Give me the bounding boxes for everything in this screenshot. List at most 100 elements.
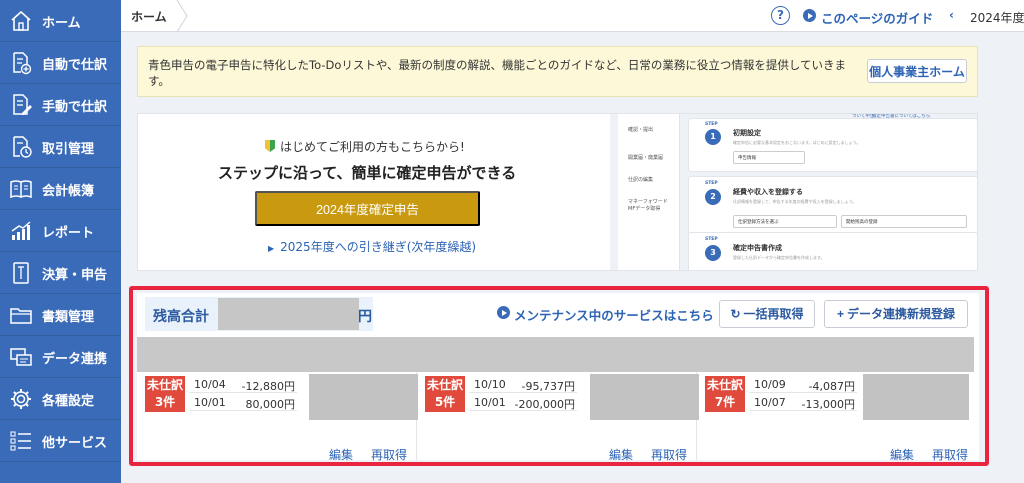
report-icon [11, 221, 31, 240]
sidebar-item-data-link[interactable]: データ連携 [0, 336, 121, 378]
preview-step-number: 3 [705, 245, 721, 261]
preview-side-item: 仕訳の編集 [628, 177, 654, 183]
refresh-all-label: 一括再取得 [743, 307, 804, 321]
unjournaled-badge[interactable]: 未仕訳 7件 [705, 376, 745, 412]
redacted-amount [218, 298, 359, 330]
sidebar: ホーム 自動で仕訳 手動で仕訳 取引管理 会計帳簿 レポート 決算・申告 書類管… [0, 0, 121, 483]
sidebar-item-auto-journal[interactable]: 自動で仕訳 [0, 42, 121, 84]
preview-step-title: 初期設定 [733, 129, 761, 137]
caret-right-icon: ▶ [268, 244, 275, 253]
maintenance-services-link[interactable]: メンテナンス中のサービスはこちら [514, 305, 714, 324]
sidebar-item-home[interactable]: ホーム [0, 0, 121, 42]
tx-date: 10/10 [474, 378, 506, 391]
add-data-link-button[interactable]: + データ連携新規登録 [824, 300, 968, 328]
tx-amount: -4,087円 [808, 380, 855, 393]
list-icon [10, 431, 31, 451]
preview-step-desc: 確定申告に必要な基本設定をおこないます。はじめに設定しましょう。 [733, 140, 861, 145]
preview-step-title: 経費や収入を登録する [733, 188, 803, 196]
top-bar: ホーム ? このページのガイド ‹ 2024年度 [121, 0, 1024, 32]
sidebar-item-label: ホーム [42, 16, 81, 31]
edit-link[interactable]: 編集 [329, 446, 353, 463]
transaction-row[interactable]: 10/01 -200,000円 [469, 394, 577, 411]
refetch-link[interactable]: 再取得 [932, 446, 968, 463]
preview-step-title: 確定申告書作成 [733, 244, 782, 252]
preview-step-number: 2 [705, 189, 721, 205]
transaction-row[interactable]: 10/04 -12,880円 [189, 376, 297, 393]
balance-total-label: 残高合計 [153, 309, 209, 325]
tx-date: 10/01 [194, 396, 226, 409]
help-icon[interactable]: ? [771, 6, 790, 25]
account-balance-panel: 残高合計 円 メンテナンス中のサービスはこちら ↻ 一括再取得 + データ連携新規登… [137, 293, 979, 463]
redacted-account-header [137, 337, 974, 372]
unjournaled-badge[interactable]: 未仕訳 5件 [425, 376, 465, 412]
carry-over-link[interactable]: ▶ 2025年度への引き継ぎ(次年度繰越) [268, 238, 476, 255]
preview-sidebar: 確認・提出 開業届・廃業届 仕訳の編集 マネーフォワード MFデータ取得 [618, 114, 680, 270]
breadcrumb-chevron-icon [176, 0, 188, 32]
balance-total: 残高合計 円 [145, 297, 373, 331]
preview-step-card: STEP 3 確定申告書作成 登録した仕訳データから確定申告書を作成します。 [688, 232, 977, 270]
sidebar-item-documents[interactable]: 書類管理 [0, 294, 121, 336]
transaction-icon [13, 136, 32, 158]
notice-banner: 青色申告の電子申告に特化したTo-Doリストや、最新の制度の解説、機能ごとのガイ… [137, 46, 978, 97]
sidebar-item-report[interactable]: レポート [0, 210, 121, 252]
ledger-icon [10, 180, 32, 199]
tx-amount: -13,000円 [801, 398, 855, 411]
badge-count: 3件 [154, 395, 176, 409]
preview-side-item: 開業届・廃業届 [628, 155, 664, 161]
transaction-row[interactable]: 10/07 -13,000円 [749, 394, 857, 411]
account-card: 未仕訳 7件 10/09 -4,087円 10/07 -13,000円 編集 再取得 [697, 372, 977, 463]
tx-amount: 80,000円 [245, 398, 296, 411]
tx-amount: -95,737円 [521, 380, 575, 393]
transaction-row[interactable]: 10/01 80,000円 [189, 394, 297, 411]
redacted-account-info [590, 374, 699, 420]
sidebar-item-other-services[interactable]: 他サービス [0, 420, 121, 462]
balance-unit: 円 [358, 309, 372, 325]
preview-step-desc: 仕訳情報を登録して、申告する年度の経費や収入を登録しましょう。 [733, 199, 857, 204]
year-prev-button[interactable]: ‹ [949, 8, 954, 22]
sole-proprietor-home-button[interactable]: 個人事業主ホーム [867, 59, 967, 83]
transaction-row[interactable]: 10/09 -4,087円 [749, 376, 857, 393]
tx-date: 10/04 [194, 378, 226, 391]
edit-link[interactable]: 編集 [609, 446, 633, 463]
sidebar-item-ledger[interactable]: 会計帳簿 [0, 168, 121, 210]
sidebar-item-settings[interactable]: 各種設定 [0, 378, 121, 420]
sidebar-item-label: データ連携 [42, 352, 108, 367]
preview-step-desc: 登録した仕訳データから確定申告書を作成します。 [733, 255, 825, 260]
badge-label: 未仕訳 [146, 378, 183, 392]
beginner-mark-icon [265, 140, 275, 152]
refresh-all-button[interactable]: ↻ 一括再取得 [719, 300, 815, 328]
refresh-icon: ↻ [730, 307, 741, 321]
unjournaled-badge[interactable]: 未仕訳 3件 [145, 376, 185, 412]
data-link-icon [10, 348, 32, 366]
badge-label: 未仕訳 [706, 378, 743, 392]
sidebar-item-tax-filing[interactable]: 決算・申告 [0, 252, 121, 294]
tx-amount: -200,000円 [514, 398, 575, 411]
promo-subtitle: はじめてご利用の方もこちらから! [265, 138, 465, 155]
tax-return-2024-button[interactable]: 2024年度確定申告 [255, 191, 480, 226]
page-guide-link[interactable]: このページのガイド [821, 8, 933, 27]
preview-step-number: 1 [705, 129, 721, 145]
edit-link[interactable]: 編集 [890, 446, 914, 463]
sidebar-item-label: 自動で仕訳 [42, 58, 108, 73]
preview-side-item: 確認・提出 [628, 127, 654, 133]
tx-date: 10/07 [754, 396, 786, 409]
refetch-link[interactable]: 再取得 [371, 446, 407, 463]
transaction-row[interactable]: 10/10 -95,737円 [469, 376, 577, 393]
sidebar-item-label: 決算・申告 [42, 268, 108, 283]
sidebar-item-transactions[interactable]: 取引管理 [0, 126, 121, 168]
notice-text: 青色申告の電子申告に特化したTo-Doリストや、最新の制度の解説、機能ごとのガイ… [148, 58, 846, 88]
sidebar-item-manual-journal[interactable]: 手動で仕訳 [0, 84, 121, 126]
preview-step-label: STEP [705, 181, 718, 186]
fiscal-year-label[interactable]: 2024年度 [970, 9, 1024, 26]
folder-icon [10, 308, 32, 324]
home-icon [11, 10, 31, 31]
refetch-link[interactable]: 再取得 [651, 446, 687, 463]
account-card: 未仕訳 5件 10/10 -95,737円 10/01 -200,000円 編集 再取… [417, 372, 699, 463]
plus-icon: + [836, 307, 844, 321]
tax-filing-icon [13, 262, 29, 284]
carry-over-link-text: 2025年度への引き継ぎ(次年度繰越) [280, 240, 477, 254]
preview-side-item: MFデータ取得 [628, 206, 661, 212]
preview-side-item: マネーフォワード [628, 199, 668, 205]
breadcrumb[interactable]: ホーム [131, 8, 167, 25]
preview-step-card: STEP 1 初期設定 確定申告に必要な基本設定をおこないます。はじめに設定しま… [688, 118, 977, 172]
